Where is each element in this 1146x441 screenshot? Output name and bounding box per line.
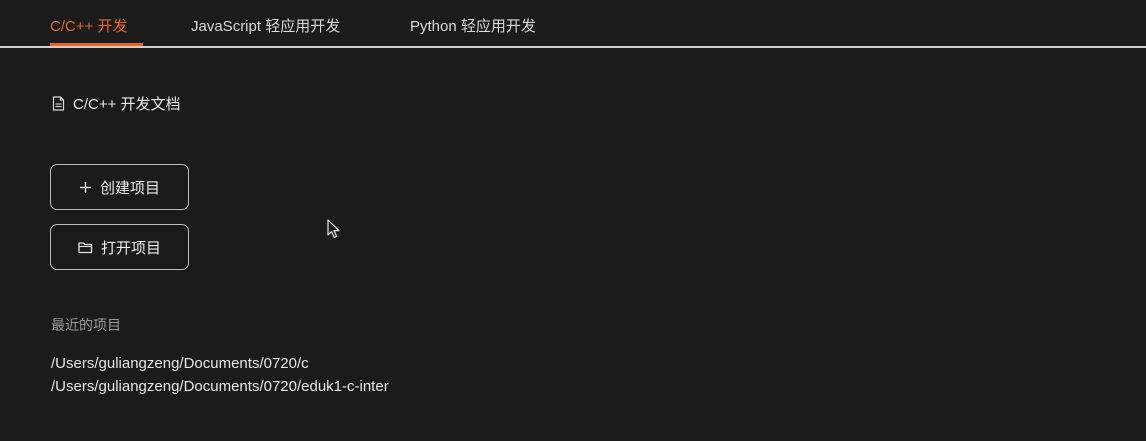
recent-project-item[interactable]: /Users/guliangzeng/Documents/0720/eduk1-…: [51, 375, 389, 398]
recent-projects-list: /Users/guliangzeng/Documents/0720/c /Use…: [51, 352, 389, 398]
project-start-page: C/C++ 开发 JavaScript 轻应用开发 Python 轻应用开发 C…: [0, 0, 1146, 441]
tab-bar: C/C++ 开发 JavaScript 轻应用开发 Python 轻应用开发: [0, 0, 1146, 48]
recent-project-item[interactable]: /Users/guliangzeng/Documents/0720/c: [51, 352, 389, 375]
plus-icon: [79, 181, 92, 194]
folder-icon: [78, 241, 93, 254]
create-project-button[interactable]: 创建项目: [50, 164, 189, 210]
docs-link-label: C/C++ 开发文档: [73, 96, 181, 113]
tab-javascript[interactable]: JavaScript 轻应用开发: [191, 15, 340, 36]
tab-bar-divider: [0, 46, 1146, 48]
create-project-label: 创建项目: [99, 179, 160, 197]
open-project-label: 打开项目: [100, 239, 161, 257]
document-icon: [52, 96, 65, 111]
tab-c-cpp[interactable]: C/C++ 开发: [50, 15, 128, 36]
recent-projects-heading: 最近的项目: [51, 317, 121, 333]
tab-python[interactable]: Python 轻应用开发: [410, 15, 536, 36]
docs-link[interactable]: C/C++ 开发文档: [52, 93, 181, 114]
open-project-button[interactable]: 打开项目: [50, 224, 189, 270]
mouse-cursor-icon: [327, 219, 340, 239]
